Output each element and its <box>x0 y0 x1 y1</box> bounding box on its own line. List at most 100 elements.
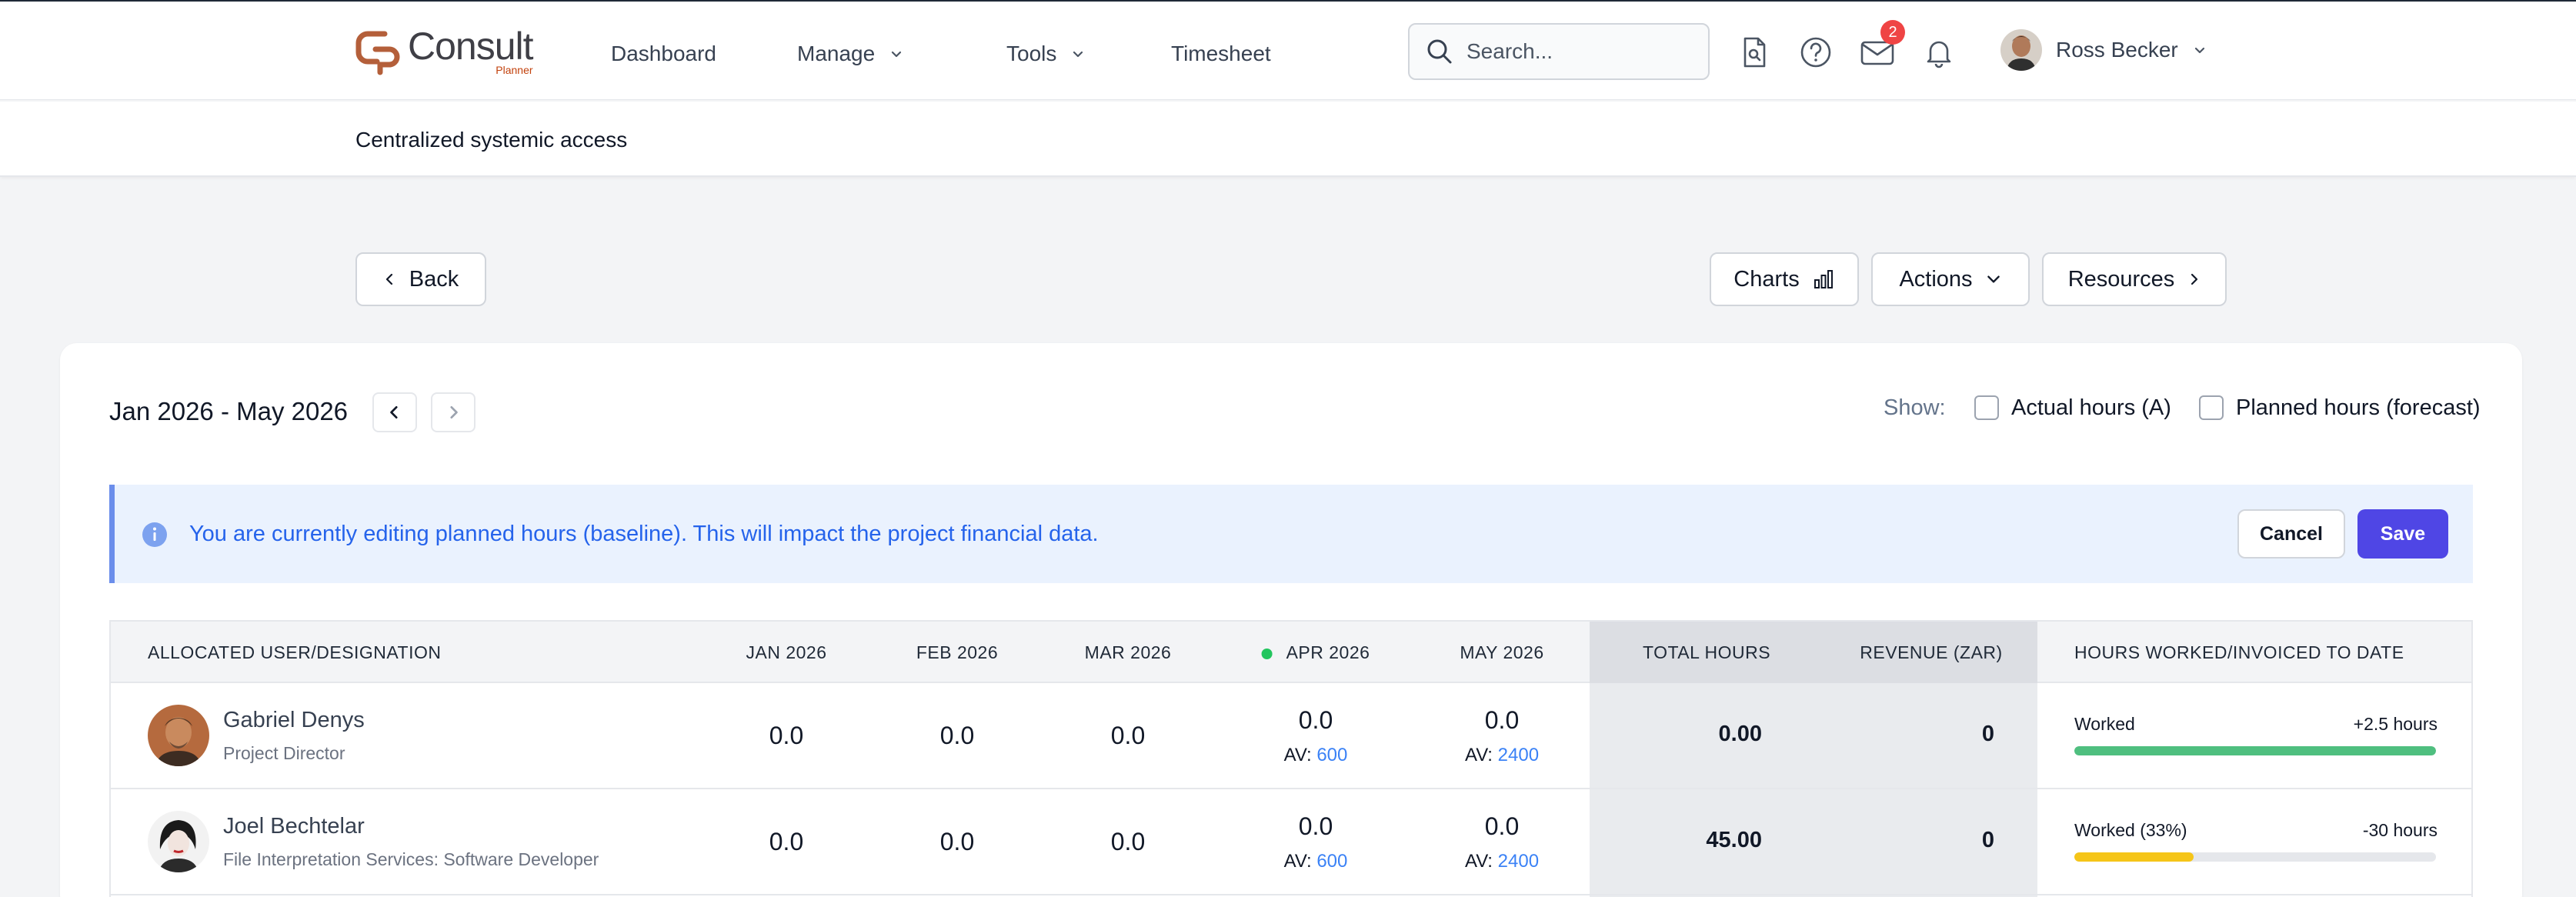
cancel-button[interactable]: Cancel <box>2237 509 2345 559</box>
may-availability-link[interactable]: 2400 <box>1498 745 1539 765</box>
planned-hours-label: Planned hours (forecast) <box>2236 395 2481 420</box>
nav-dashboard[interactable]: Dashboard <box>611 42 716 66</box>
avatar <box>148 705 209 766</box>
av-prefix: AV: <box>1464 745 1493 765</box>
cancel-button-label: Cancel <box>2260 522 2323 545</box>
may-availability-link[interactable]: 2400 <box>1498 851 1539 872</box>
worked-label: Worked <box>2074 714 2135 734</box>
header-user: ALLOCATED USER/DESIGNATION <box>148 642 442 662</box>
header-total: TOTAL HOURS <box>1642 642 1771 662</box>
date-range: Jan 2026 - May 2026 <box>109 397 349 425</box>
current-month-indicator <box>1261 648 1273 659</box>
help-icon[interactable] <box>1799 35 1833 69</box>
notification-bell-icon[interactable] <box>1922 35 1956 69</box>
revenue: 0 <box>1981 722 1994 746</box>
table-row: Joel Bechtelar File Interpretation Servi… <box>111 789 2471 895</box>
back-button-label: Back <box>409 266 459 292</box>
worked-progress-bar <box>2074 852 2436 862</box>
chevron-left-icon <box>385 273 392 285</box>
back-button[interactable]: Back <box>355 252 486 306</box>
feb-hours-cell[interactable]: 0.0 <box>940 722 974 750</box>
actual-hours-label: Actual hours (A) <box>2011 395 2171 420</box>
top-navigation: Consult Planner Dashboard Manage Tools T… <box>0 0 2576 100</box>
header-may: MAY 2026 <box>1460 642 1544 662</box>
mar-hours-cell[interactable]: 0.0 <box>1111 828 1145 856</box>
av-prefix: AV: <box>1283 745 1312 765</box>
actions-button[interactable]: Actions <box>1871 252 2030 306</box>
worked-label: Worked (33%) <box>2074 820 2187 840</box>
jan-hours-cell[interactable]: 0.0 <box>769 828 803 856</box>
worked-progress-bar <box>2074 746 2436 755</box>
header-revenue: REVENUE (ZAR) <box>1860 642 2003 662</box>
search-icon <box>1427 39 1452 64</box>
page-title: Centralized systemic access <box>355 128 628 152</box>
resources-button-label: Resources <box>2067 266 2175 292</box>
chevron-right-icon <box>2191 273 2198 285</box>
header-worked: HOURS WORKED/INVOICED TO DATE <box>2074 642 2404 662</box>
header-mar: MAR 2026 <box>1084 642 1172 662</box>
save-button[interactable]: Save <box>2357 509 2448 559</box>
header-feb: FEB 2026 <box>916 642 999 662</box>
may-hours-cell[interactable]: 0.0 <box>1485 706 1519 735</box>
bar-chart-icon <box>1814 270 1833 288</box>
logo-text: Consult <box>408 25 534 68</box>
worked-progress-fill <box>2074 746 2436 755</box>
apr-hours-cell[interactable]: 0.0 <box>1299 812 1333 841</box>
total-hours: 0.00 <box>1718 722 1762 746</box>
user-name[interactable]: Gabriel Denys <box>223 708 365 733</box>
apr-availability-link[interactable]: 600 <box>1316 745 1347 765</box>
show-label: Show: <box>1884 395 1946 420</box>
save-button-label: Save <box>2380 522 2426 545</box>
resources-button[interactable]: Resources <box>2042 252 2227 306</box>
may-availability: AV: 2400 <box>1465 745 1539 766</box>
nav-timesheet-label: Timesheet <box>1171 42 1271 65</box>
nav-tools-label: Tools <box>1006 42 1057 65</box>
chevron-down-icon <box>1073 51 1083 58</box>
av-prefix: AV: <box>1464 851 1493 872</box>
table-row: Gabriel Denys Project Director 0.0 0.0 0… <box>111 683 2471 789</box>
worked-hours: -30 hours <box>2362 820 2438 840</box>
alert-text: You are currently editing planned hours … <box>189 522 1099 546</box>
jan-hours-cell[interactable]: 0.0 <box>769 722 803 750</box>
user-name: Ross Becker <box>2056 38 2178 62</box>
avatar <box>2000 29 2042 71</box>
consult-planner-logo[interactable]: Consult Planner <box>354 25 534 75</box>
user-role: Project Director <box>223 743 345 763</box>
charts-button[interactable]: Charts <box>1710 252 1859 306</box>
chevron-down-icon <box>1987 275 2000 283</box>
apr-hours-cell[interactable]: 0.0 <box>1299 706 1333 735</box>
mar-hours-cell[interactable]: 0.0 <box>1111 722 1145 750</box>
apr-availability: AV: 600 <box>1284 851 1348 872</box>
may-hours-cell[interactable]: 0.0 <box>1485 812 1519 841</box>
search-box[interactable] <box>1408 23 1710 80</box>
allocation-table: ALLOCATED USER/DESIGNATION JAN 2026 FEB … <box>109 620 2473 897</box>
av-prefix: AV: <box>1283 851 1312 872</box>
document-search-icon[interactable] <box>1737 35 1771 69</box>
mail-count-badge: 2 <box>1880 20 1905 45</box>
nav-manage[interactable]: Manage <box>797 42 904 66</box>
charts-button-label: Charts <box>1733 266 1800 292</box>
user-menu[interactable]: Ross Becker <box>2000 29 2207 71</box>
header-apr-label: APR 2026 <box>1286 642 1370 662</box>
actions-button-label: Actions <box>1899 266 1973 292</box>
nav-timesheet[interactable]: Timesheet <box>1171 42 1271 66</box>
user-name[interactable]: Joel Bechtelar <box>223 814 365 839</box>
header-apr: APR 2026 <box>1261 642 1370 663</box>
planned-hours-checkbox[interactable] <box>2199 395 2224 420</box>
search-input[interactable] <box>1467 39 1697 64</box>
apr-availability: AV: 600 <box>1284 745 1348 766</box>
apr-availability-link[interactable]: 600 <box>1316 851 1347 872</box>
worked-progress-fill <box>2074 852 2194 862</box>
nav-tools[interactable]: Tools <box>1006 42 1086 66</box>
worked-hours: +2.5 hours <box>2353 714 2438 734</box>
feb-hours-cell[interactable]: 0.0 <box>940 828 974 856</box>
project-subheader: Centralized systemic access <box>0 102 2576 177</box>
previous-period-button[interactable] <box>372 392 417 432</box>
chevron-left-icon <box>390 406 398 418</box>
actual-hours-checkbox[interactable] <box>1974 395 1999 420</box>
revenue: 0 <box>1981 828 1994 852</box>
next-period-button[interactable] <box>431 392 475 432</box>
header-jan: JAN 2026 <box>746 642 827 662</box>
chevron-right-icon <box>450 406 458 418</box>
chevron-down-icon <box>892 51 902 58</box>
